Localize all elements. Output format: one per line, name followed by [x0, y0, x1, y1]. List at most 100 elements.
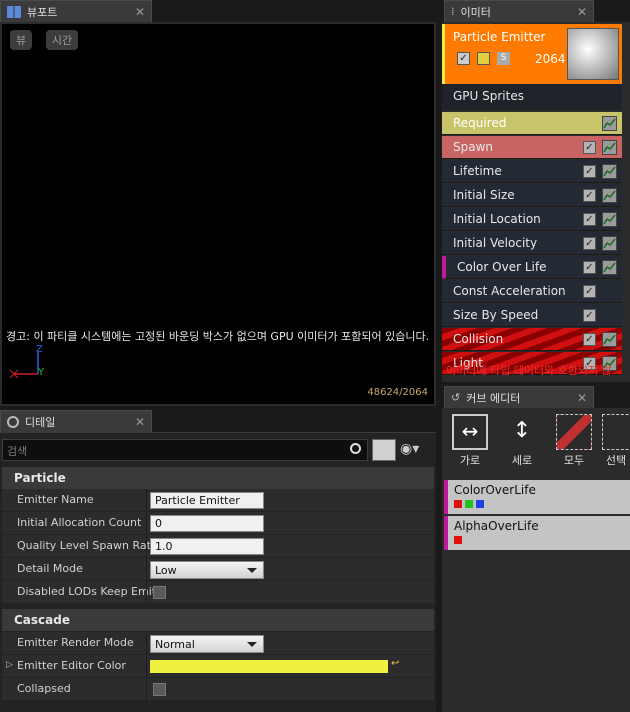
fit-selected-button[interactable]: 선택 [602, 414, 630, 468]
module-enable-checkbox[interactable]: ✓ [583, 261, 596, 274]
fit-horizontal-button[interactable]: ↔ 가로 [450, 414, 490, 468]
expand-arrow-icon[interactable]: ▷ [6, 660, 13, 670]
close-icon[interactable]: ✕ [135, 415, 145, 429]
prop-disabled-lods: Disabled LODs Keep Emit [2, 581, 434, 604]
chevron-down-icon [247, 568, 257, 573]
detail-mode-dropdown[interactable]: Low [150, 561, 264, 579]
module-enable-checkbox[interactable]: ✓ [583, 309, 596, 322]
emitter-header[interactable]: Particle Emitter ✓ S 2064 [442, 24, 622, 84]
channel-toggle[interactable] [454, 536, 462, 544]
tab-curve-editor[interactable]: ↺ 커브 에디터 ✕ [444, 386, 594, 408]
module-row[interactable]: Lifetime ✓ [442, 160, 622, 183]
curve-track[interactable]: ColorOverLife [444, 480, 630, 514]
module-row[interactable]: Const Acceleration ✓ [442, 280, 622, 303]
module-row[interactable]: Initial Size ✓ [442, 184, 622, 207]
module-enable-checkbox[interactable]: ✓ [583, 285, 596, 298]
emitter-name-field[interactable]: Particle Emitter [150, 492, 264, 509]
module-label: Lifetime [453, 164, 502, 178]
graph-icon[interactable] [602, 236, 617, 251]
section-cascade[interactable]: Cascade [2, 609, 434, 631]
module-enable-checkbox[interactable]: ✓ [583, 141, 596, 154]
channel-toggle[interactable] [476, 500, 484, 508]
close-icon[interactable]: ✕ [577, 5, 587, 19]
overflow-warning: 이미터에 타입 데이터와 호환되지 않 [446, 364, 612, 377]
module-enable-checkbox[interactable]: ✓ [583, 237, 596, 250]
module-row[interactable]: Collision ✓ [442, 328, 622, 351]
curve-track[interactable]: AlphaOverLife [444, 516, 630, 550]
search-icon[interactable] [350, 443, 361, 454]
graph-icon[interactable] [602, 164, 617, 179]
prop-label: Collapsed [17, 682, 71, 695]
module-label: Initial Size [453, 188, 515, 202]
close-icon[interactable]: ✕ [577, 391, 587, 405]
emitter-thumbnail [567, 28, 619, 80]
module-label: Required [453, 116, 507, 130]
graph-icon[interactable] [602, 188, 617, 203]
render-mode-value: Normal [155, 638, 195, 651]
details-search-icon [7, 415, 19, 428]
channel-toggle[interactable] [465, 500, 473, 508]
emitter-mode-icon[interactable] [477, 52, 490, 65]
module-enable-checkbox[interactable]: ✓ [583, 165, 596, 178]
initial-allocation-field[interactable]: 0 [150, 515, 264, 532]
reset-icon[interactable]: ↩ [391, 658, 399, 669]
fit-selected-icon [602, 414, 630, 450]
prop-emitter-name: Emitter Name Particle Emitter [2, 489, 434, 512]
section-particle-label: Particle [14, 471, 66, 485]
fit-vertical-icon: ↕ [512, 418, 532, 443]
tab-emitters[interactable]: ⁞ 이미터 ✕ [444, 0, 594, 22]
time-button[interactable]: 시간 [46, 30, 78, 50]
module-row[interactable]: Color Over Life ✓ [442, 256, 622, 279]
close-icon[interactable]: ✕ [135, 5, 145, 19]
view-button[interactable]: 뷰 [10, 30, 32, 50]
viewport[interactable]: 뷰 시간 경고: 이 파티클 시스템에는 고정된 바운딩 박스가 없으며 GPU… [0, 22, 436, 406]
tab-viewport[interactable]: 뷰포트 ✕ [0, 0, 152, 22]
tab-emitters-label: 이미터 [460, 5, 491, 19]
collapsed-checkbox[interactable] [153, 683, 166, 696]
fit-all-button[interactable]: 모두 [554, 414, 594, 468]
graph-icon[interactable] [602, 212, 617, 227]
editor-color-swatch[interactable] [150, 660, 388, 673]
prop-quality-spawn: Quality Level Spawn Rate 1.0 [2, 535, 434, 558]
module-enable-checkbox[interactable]: ✓ [583, 189, 596, 202]
prop-detail-mode: Detail Mode Low [2, 558, 434, 581]
emitter-list: Particle Emitter ✓ S 2064 GPU Sprites Re… [442, 22, 630, 382]
prop-label: Emitter Editor Color [17, 659, 126, 672]
module-row[interactable]: Required [442, 112, 622, 135]
graph-icon[interactable] [602, 260, 617, 275]
fit-vertical-label: 세로 [511, 454, 533, 467]
render-mode-dropdown[interactable]: Normal [150, 635, 264, 653]
detail-mode-value: Low [155, 564, 177, 577]
module-enable-checkbox[interactable]: ✓ [583, 213, 596, 226]
graph-icon[interactable] [602, 332, 617, 347]
fit-vertical-button[interactable]: ↕ 세로 [502, 414, 542, 468]
curve-editor: ↔ 가로 ↕ 세로 모두 선택 ColorOverLife AlphaOverLi… [442, 408, 630, 712]
section-particle[interactable]: Particle [2, 467, 434, 489]
channel-toggle[interactable] [454, 500, 462, 508]
graph-icon[interactable] [602, 140, 617, 155]
emitter-enable-checkbox[interactable]: ✓ [457, 52, 470, 65]
tab-details[interactable]: 디테일 ✕ [0, 410, 152, 432]
search-row: 검색 ◉▾ [0, 439, 436, 461]
module-label: Collision [453, 332, 504, 346]
prop-initial-allocation: Initial Allocation Count 0 [2, 512, 434, 535]
quality-spawn-field[interactable]: 1.0 [150, 538, 264, 555]
disabled-lods-checkbox[interactable] [153, 586, 166, 599]
module-row[interactable]: Initial Location ✓ [442, 208, 622, 231]
emitter-tab-icon: ⁞ [451, 5, 455, 18]
emitter-type[interactable]: GPU Sprites [442, 84, 622, 110]
module-row[interactable]: Size By Speed ✓ [442, 304, 622, 327]
viewport-tab-icon [7, 5, 21, 18]
search-input[interactable]: 검색 [2, 439, 368, 461]
graph-icon[interactable] [602, 116, 617, 131]
module-enable-checkbox[interactable]: ✓ [583, 333, 596, 346]
module-row[interactable]: Initial Velocity ✓ [442, 232, 622, 255]
list-view-icon[interactable] [372, 439, 396, 461]
section-cascade-label: Cascade [14, 613, 70, 627]
tab-details-label: 디테일 [25, 415, 56, 429]
module-row[interactable]: Spawn ✓ [442, 136, 622, 159]
eye-icon[interactable]: ◉▾ [400, 441, 419, 457]
chevron-down-icon [247, 642, 257, 647]
module-label: Size By Speed [453, 308, 539, 322]
emitter-solo-button[interactable]: S [497, 52, 510, 65]
